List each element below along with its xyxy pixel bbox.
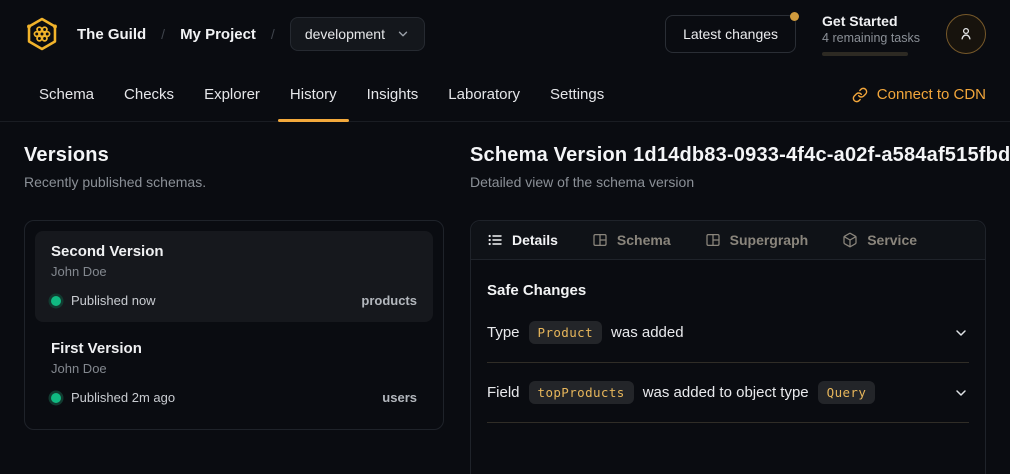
version-service: products <box>361 293 417 308</box>
link-icon <box>852 87 868 103</box>
safe-changes-heading: Safe Changes <box>487 282 969 299</box>
cube-icon <box>842 232 858 248</box>
change-text: was added to object type <box>643 384 809 401</box>
tab-laboratory[interactable]: Laboratory <box>433 68 535 121</box>
change-row[interactable]: Type Product was added <box>487 303 969 363</box>
notification-dot <box>790 12 799 21</box>
list-icon <box>487 232 503 248</box>
version-name: Second Version <box>51 243 417 260</box>
change-text: Type <box>487 324 520 341</box>
versions-title: Versions <box>24 144 444 167</box>
change-code-badge: Query <box>818 381 876 404</box>
user-avatar[interactable] <box>946 14 986 54</box>
detail-tab-bar: Details Schema <box>471 221 985 260</box>
chevron-down-icon[interactable] <box>953 385 969 401</box>
version-detail-column: Schema Version 1d14db83-0933-4f4c-a02f-a… <box>470 144 986 474</box>
header-actions: Latest changes Get Started 4 remaining t… <box>665 13 986 56</box>
version-list-item[interactable]: First Version John Doe Published 2m ago … <box>35 328 433 419</box>
detail-body: Safe Changes Type Product was added Fiel… <box>471 260 985 423</box>
hive-logo-icon[interactable] <box>24 16 60 52</box>
breadcrumb-project[interactable]: My Project <box>180 26 256 43</box>
app-window: The Guild / My Project / development Lat… <box>0 0 1010 474</box>
published-status-icon <box>51 296 61 306</box>
connect-to-cdn-label: Connect to CDN <box>877 86 986 103</box>
tab-explorer[interactable]: Explorer <box>189 68 275 121</box>
columns-icon <box>705 232 721 248</box>
version-author: John Doe <box>51 361 417 376</box>
version-status: Published now <box>71 293 156 308</box>
detail-tab-supergraph[interactable]: Supergraph <box>705 232 809 248</box>
chevron-down-icon <box>396 27 410 41</box>
tab-history[interactable]: History <box>275 68 352 121</box>
detail-tab-label: Service <box>867 232 917 248</box>
tab-schema[interactable]: Schema <box>24 68 109 121</box>
connect-to-cdn-link[interactable]: Connect to CDN <box>852 68 986 121</box>
published-status-icon <box>51 393 61 403</box>
detail-tab-schema[interactable]: Schema <box>592 232 671 248</box>
version-status: Published 2m ago <box>71 390 175 405</box>
latest-changes-label: Latest changes <box>683 26 778 42</box>
get-started-widget[interactable]: Get Started 4 remaining tasks <box>822 13 920 56</box>
change-text: Field <box>487 384 520 401</box>
get-started-title: Get Started <box>822 13 920 29</box>
breadcrumb-separator: / <box>271 26 275 42</box>
breadcrumb-separator: / <box>161 26 165 42</box>
detail-tab-service[interactable]: Service <box>842 232 917 248</box>
breadcrumb-org[interactable]: The Guild <box>77 26 146 43</box>
version-service: users <box>382 390 417 405</box>
detail-tab-label: Details <box>512 232 558 248</box>
environment-selector-value: development <box>305 26 385 42</box>
versions-column: Versions Recently published schemas. Sec… <box>24 144 444 474</box>
versions-list: Second Version John Doe Published now pr… <box>24 220 444 430</box>
target-nav: Schema Checks Explorer History Insights … <box>0 68 1010 122</box>
user-icon <box>957 25 975 43</box>
change-code-badge: topProducts <box>529 381 634 404</box>
tab-checks[interactable]: Checks <box>109 68 189 121</box>
version-list-item[interactable]: Second Version John Doe Published now pr… <box>35 231 433 322</box>
schema-version-title: Schema Version 1d14db83-0933-4f4c-a02f-a… <box>470 144 986 167</box>
version-detail-panel: Details Schema <box>470 220 986 474</box>
get-started-progress-bar <box>822 52 908 56</box>
get-started-subtitle: 4 remaining tasks <box>822 31 920 45</box>
schema-version-subtitle: Detailed view of the schema version <box>470 174 986 190</box>
header: The Guild / My Project / development Lat… <box>0 0 1010 68</box>
tab-settings[interactable]: Settings <box>535 68 619 121</box>
version-meta: Published 2m ago users <box>51 390 417 405</box>
change-text: was added <box>611 324 684 341</box>
chevron-down-icon[interactable] <box>953 325 969 341</box>
latest-changes-button[interactable]: Latest changes <box>665 15 796 53</box>
change-code-badge: Product <box>529 321 602 344</box>
version-author: John Doe <box>51 264 417 279</box>
breadcrumb: The Guild / My Project / development <box>24 16 425 52</box>
change-row[interactable]: Field topProducts was added to object ty… <box>487 363 969 423</box>
detail-tab-label: Supergraph <box>730 232 809 248</box>
nav-tabs: Schema Checks Explorer History Insights … <box>24 68 619 121</box>
detail-tab-details[interactable]: Details <box>487 232 558 248</box>
versions-subtitle: Recently published schemas. <box>24 174 444 190</box>
tab-insights[interactable]: Insights <box>352 68 434 121</box>
version-name: First Version <box>51 340 417 357</box>
main-content: Versions Recently published schemas. Sec… <box>0 122 1010 474</box>
version-meta: Published now products <box>51 293 417 308</box>
columns-icon <box>592 232 608 248</box>
environment-selector[interactable]: development <box>290 17 425 51</box>
detail-tab-label: Schema <box>617 232 671 248</box>
